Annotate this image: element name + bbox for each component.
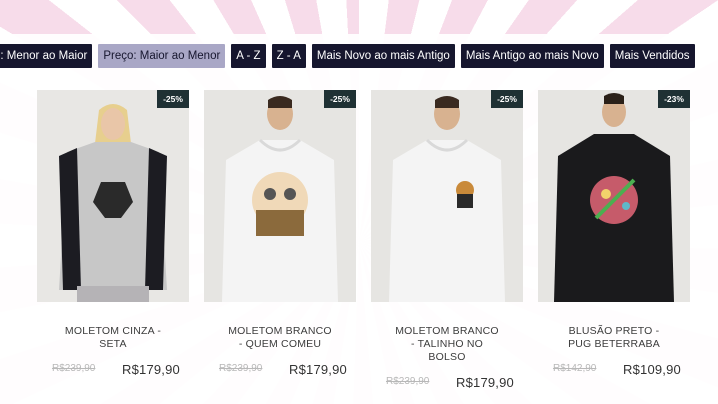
product-name-line: SETA: [99, 338, 127, 350]
product-name-line: - TALINHO NO: [410, 338, 484, 350]
product-image[interactable]: -25%: [204, 90, 356, 302]
product-name-line: PUG BETERRABA: [568, 338, 660, 350]
price: R$179,90: [456, 375, 514, 390]
product-name-line: MOLETOM BRANCO: [228, 325, 332, 337]
discount-badge: -25%: [324, 90, 356, 108]
sort-bar: o: Menor ao Maior Preço: Maior ao Menor …: [0, 44, 718, 68]
sort-a-z-button[interactable]: A - Z: [231, 44, 266, 68]
product-name[interactable]: MOLETOM BRANCO - QUEM COMEU: [224, 325, 336, 351]
product-name-line: BLUSÃO PRETO -: [568, 325, 660, 337]
price: R$179,90: [122, 362, 180, 377]
product-name[interactable]: BLUSÃO PRETO - PUG BETERRABA: [558, 325, 670, 351]
old-price: R$142,90: [553, 363, 597, 374]
sort-best-sellers-button[interactable]: Mais Vendidos: [609, 44, 695, 68]
product-name[interactable]: MOLETOM BRANCO - TALINHO NO BOLSO: [391, 325, 503, 364]
product-name-line: BOLSO: [428, 351, 466, 363]
product-name-line: MOLETOM BRANCO: [395, 325, 499, 337]
old-price: R$239,90: [52, 363, 96, 374]
product-name-line: MOLETOM CINZA -: [64, 325, 162, 337]
old-price: R$239,90: [386, 376, 430, 387]
sort-price-desc-button[interactable]: Preço: Maior ao Menor: [98, 44, 226, 68]
product-image[interactable]: -23%: [538, 90, 690, 302]
sort-oldest-button[interactable]: Mais Antigo ao mais Novo: [460, 44, 604, 68]
product-image[interactable]: -25%: [37, 90, 189, 302]
price: R$109,90: [623, 362, 681, 377]
price: R$179,90: [289, 362, 347, 377]
product-name[interactable]: MOLETOM CINZA - SETA: [57, 325, 169, 351]
discount-badge: -23%: [658, 90, 690, 108]
sort-z-a-button[interactable]: Z - A: [271, 44, 306, 68]
sort-price-asc-button[interactable]: o: Menor ao Maior: [0, 44, 93, 68]
sort-newest-button[interactable]: Mais Novo ao mais Antigo: [311, 44, 455, 68]
discount-badge: -25%: [491, 90, 523, 108]
product-name-line: - QUEM COMEU: [238, 338, 322, 350]
product-image[interactable]: -25%: [371, 90, 523, 302]
old-price: R$239,90: [219, 363, 263, 374]
discount-badge: -25%: [157, 90, 189, 108]
